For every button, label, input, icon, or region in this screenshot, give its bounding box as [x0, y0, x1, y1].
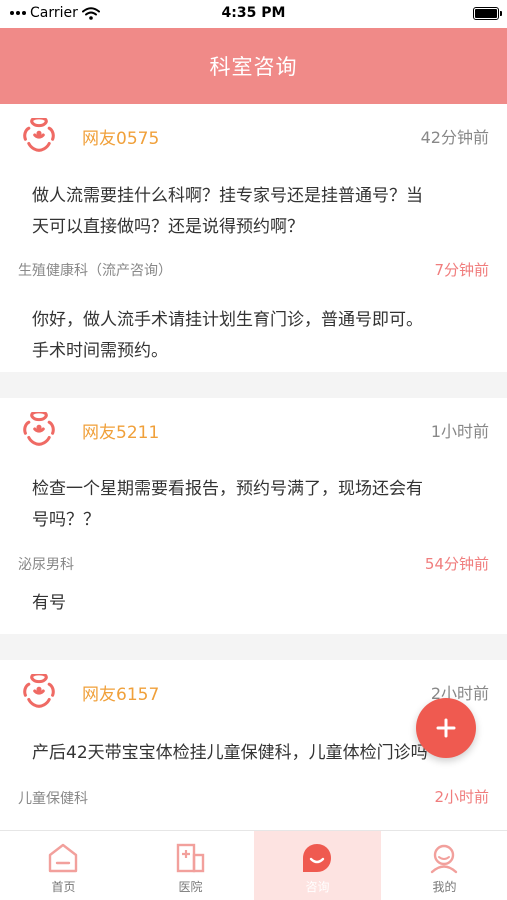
plus-icon [436, 718, 456, 738]
username[interactable]: 网友5211 [82, 418, 159, 443]
page-title: 科室咨询 [209, 55, 298, 79]
bottom-tab-bar: 首页 医院 咨询 我的 [0, 830, 507, 900]
department-label: 儿童保健科 [18, 791, 88, 807]
answer-text: 有号 [32, 588, 482, 619]
consultation-card[interactable]: 网友5211 1小时前 检查一个星期需要看报告，预约号满了，现场还会有 号吗？？… [0, 398, 507, 634]
reply-time: 7分钟前 [434, 261, 489, 279]
tab-home[interactable]: 首页 [0, 831, 127, 900]
question-text[interactable]: 做人流需要挂什么科啊？挂专家号还是挂普通号？当 天可以直接做吗？还是说得预约啊？ [32, 181, 488, 243]
header-bar: 科室咨询 [0, 28, 507, 104]
tab-label: 我的 [432, 880, 457, 894]
app-screen: Carrier 4:35 PM 科室咨询 网友0575 42分钟前 做人流需要挂… [0, 0, 507, 900]
chat-icon [303, 844, 331, 872]
department-label: 泌尿男科 [18, 557, 74, 573]
tab-label: 咨询 [305, 880, 330, 894]
tab-consult[interactable]: 咨询 [254, 831, 381, 900]
home-icon [48, 843, 78, 873]
post-time: 1小时前 [430, 422, 489, 441]
profile-icon [430, 844, 458, 874]
battery-icon [473, 7, 502, 20]
answer-text: 你好，做人流手术请挂计划生育门诊，普通号即可。 手术时间需预约。 [32, 305, 482, 367]
tab-label: 医院 [178, 880, 203, 894]
answer-line: 有号 [32, 593, 66, 613]
question-line: 号吗？？ [32, 510, 100, 530]
answer-line: 手术时间需预约。 [32, 341, 168, 361]
consultation-card[interactable]: 网友0575 42分钟前 做人流需要挂什么科啊？挂专家号还是挂普通号？当 天可以… [0, 104, 507, 372]
reply-time: 54分钟前 [424, 555, 489, 573]
username[interactable]: 网友6157 [82, 680, 159, 705]
status-bar: Carrier 4:35 PM [0, 0, 507, 28]
post-time: 42分钟前 [420, 128, 489, 147]
tab-label: 首页 [51, 880, 76, 894]
reply-time: 2小时前 [434, 788, 489, 806]
tab-hospital[interactable]: 医院 [127, 831, 254, 900]
avatar-icon [23, 118, 55, 152]
question-line: 做人流需要挂什么科啊？挂专家号还是挂普通号？当 [32, 186, 423, 206]
tab-profile[interactable]: 我的 [381, 831, 507, 900]
question-line: 检查一个星期需要看报告，预约号满了，现场还会有 [32, 479, 423, 499]
status-time: 4:35 PM [221, 5, 286, 21]
question-text[interactable]: 检查一个星期需要看报告，预约号满了，现场还会有 号吗？？ [32, 474, 488, 536]
avatar-icon [23, 412, 55, 446]
add-consultation-button[interactable] [416, 698, 476, 758]
username[interactable]: 网友0575 [82, 124, 159, 149]
question-line: 天可以直接做吗？还是说得预约啊？ [32, 217, 304, 237]
answer-line: 你好，做人流手术请挂计划生育门诊，普通号即可。 [32, 310, 423, 330]
department-label: 生殖健康科（流产咨询） [18, 263, 172, 279]
avatar-icon [23, 674, 55, 708]
hospital-icon [176, 843, 205, 873]
